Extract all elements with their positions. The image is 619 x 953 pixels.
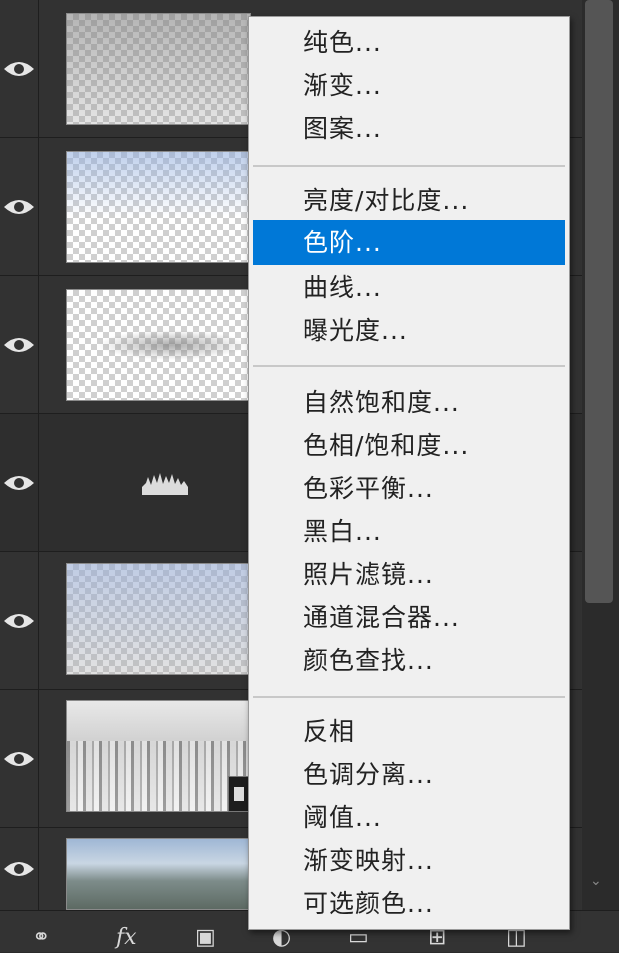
city-photo-thumbnail[interactable] xyxy=(66,838,251,910)
menu-item-brightness-contrast[interactable]: 亮度/对比度... xyxy=(253,178,565,223)
link-layers-icon[interactable]: ⚭ xyxy=(32,923,50,953)
eye-icon xyxy=(4,475,34,490)
menu-item-color-lookup[interactable]: 颜色查找... xyxy=(253,638,565,683)
add-mask-icon[interactable]: ▣ xyxy=(195,923,216,953)
visibility-toggle[interactable] xyxy=(0,0,39,137)
menu-item-vibrance[interactable]: 自然饱和度... xyxy=(253,380,565,425)
menu-item-photo-filter[interactable]: 照片滤镜... xyxy=(253,552,565,597)
menu-item-selective-color[interactable]: 可选颜色... xyxy=(253,881,565,926)
mist-wisps-thumbnail[interactable] xyxy=(66,289,251,401)
menu-item-exposure[interactable]: 曝光度... xyxy=(253,308,565,353)
menu-item-posterize[interactable]: 色调分离... xyxy=(253,752,565,797)
fx-icon[interactable]: fx xyxy=(116,923,137,953)
eye-icon xyxy=(4,337,34,352)
eye-icon xyxy=(4,199,34,214)
city-bw-thumbnail[interactable] xyxy=(66,700,251,812)
menu-separator xyxy=(253,165,565,167)
eye-icon xyxy=(4,61,34,76)
menu-item-color-balance[interactable]: 色彩平衡... xyxy=(253,466,565,511)
visibility-toggle[interactable] xyxy=(0,552,39,689)
menu-separator xyxy=(253,365,565,367)
fog-layer-thumbnail[interactable] xyxy=(66,13,251,125)
menu-item-gradient-map[interactable]: 渐变映射... xyxy=(253,838,565,883)
menu-item-levels[interactable]: 色阶... xyxy=(253,220,565,265)
visibility-toggle[interactable] xyxy=(0,276,39,413)
visibility-toggle[interactable] xyxy=(0,414,39,551)
eye-icon xyxy=(4,862,34,876)
menu-item-channel-mixer[interactable]: 通道混合器... xyxy=(253,595,565,640)
menu-item-pattern[interactable]: 图案... xyxy=(253,106,565,151)
visibility-toggle[interactable] xyxy=(0,828,39,910)
visibility-toggle[interactable] xyxy=(0,690,39,827)
levels-adjustment-icon[interactable] xyxy=(140,469,190,497)
menu-item-black-white[interactable]: 黑白... xyxy=(253,509,565,554)
menu-item-hue-saturation[interactable]: 色相/饱和度... xyxy=(253,423,565,468)
menu-item-curves[interactable]: 曲线... xyxy=(253,265,565,310)
menu-item-solid-color[interactable]: 纯色... xyxy=(253,20,565,65)
menu-item-gradient[interactable]: 渐变... xyxy=(253,63,565,108)
menu-separator xyxy=(253,696,565,698)
scrollbar-thumb[interactable] xyxy=(585,0,613,603)
menu-item-threshold[interactable]: 阈值... xyxy=(253,795,565,840)
sky-fog-thumbnail[interactable] xyxy=(66,563,251,675)
menu-item-invert[interactable]: 反相 xyxy=(253,709,565,754)
sky-gradient-thumbnail[interactable] xyxy=(66,151,251,263)
adjustment-layer-menu: 纯色... 渐变... 图案... 亮度/对比度... 色阶... 曲线... … xyxy=(248,16,570,930)
scroll-down-icon[interactable]: ⌄ xyxy=(590,873,602,889)
visibility-toggle[interactable] xyxy=(0,138,39,275)
eye-icon xyxy=(4,613,34,628)
eye-icon xyxy=(4,751,34,766)
